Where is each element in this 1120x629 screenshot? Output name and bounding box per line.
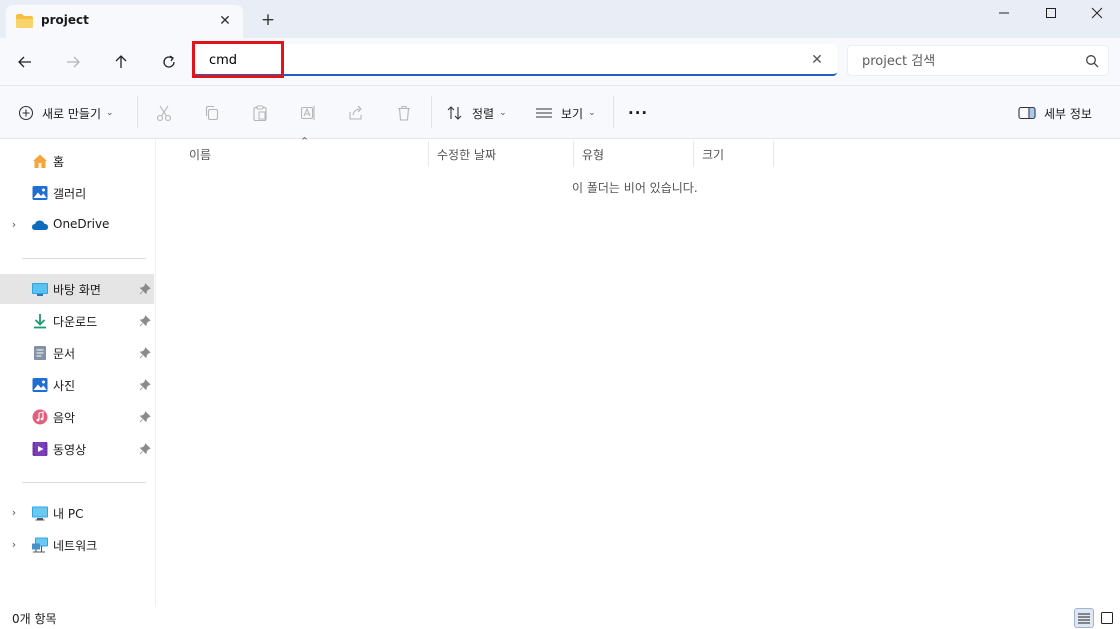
command-bar: 새로 만들기 ⌄ 정렬 ⌄ 보기 ⌄ ··· 세부 정보 — [0, 86, 1120, 139]
share-icon[interactable] — [346, 103, 366, 123]
back-arrow-icon[interactable] — [13, 50, 37, 74]
chevron-right-icon[interactable]: › — [8, 506, 20, 520]
forward-arrow-icon[interactable] — [61, 50, 85, 74]
sort-label: 정렬 — [472, 106, 495, 121]
chevron-down-icon: ⌄ — [106, 108, 114, 118]
sidebar-item-home[interactable]: 홈 — [0, 146, 154, 176]
view-label: 보기 — [561, 106, 584, 121]
sidebar-item-onedrive[interactable]: › OneDrive — [0, 210, 154, 240]
new-label: 새로 만들기 — [42, 106, 102, 121]
pin-icon[interactable] — [139, 379, 151, 391]
view-button[interactable]: 보기 ⌄ — [535, 100, 596, 126]
cut-icon[interactable] — [154, 103, 174, 123]
new-tab-icon[interactable]: + — [258, 10, 278, 30]
navigation-pane: 홈 갤러리 › OneDrive 바탕 화면 다운로드 문서 사진 음악 동영상… — [0, 140, 156, 607]
new-button[interactable]: 새로 만들기 ⌄ — [18, 100, 114, 126]
column-header-type[interactable]: 유형 — [574, 141, 694, 167]
up-arrow-icon[interactable] — [109, 50, 133, 74]
chevron-down-icon: ⌄ — [588, 108, 596, 118]
delete-icon[interactable] — [394, 103, 414, 123]
video-icon — [32, 442, 48, 456]
sidebar-item-pictures[interactable]: 사진 — [0, 370, 154, 400]
search-input[interactable] — [862, 52, 1072, 70]
pc-icon — [32, 506, 48, 521]
details-button[interactable]: 세부 정보 — [1018, 100, 1092, 126]
home-icon — [33, 154, 47, 168]
address-input[interactable] — [209, 51, 789, 69]
pictures-icon — [32, 378, 48, 392]
pin-icon[interactable] — [139, 347, 151, 359]
divider — [613, 96, 614, 128]
sidebar-item-videos[interactable]: 동영상 — [0, 434, 154, 464]
pin-icon[interactable] — [139, 315, 151, 327]
divider — [431, 96, 432, 128]
file-list: ⌃ 이름 수정한 날짜 유형 크기 이 폴더는 비어 있습니다. — [157, 135, 1120, 607]
column-header-size[interactable]: 크기 — [694, 141, 774, 167]
refresh-icon[interactable] — [157, 50, 181, 74]
chevron-right-icon[interactable]: › — [8, 218, 20, 232]
chevron-right-icon[interactable]: › — [8, 538, 20, 552]
pin-icon[interactable] — [139, 411, 151, 423]
minimize-icon[interactable] — [981, 0, 1027, 26]
sidebar-divider — [22, 258, 146, 259]
sidebar-divider — [22, 482, 146, 483]
pin-icon[interactable] — [139, 283, 151, 295]
column-header-name[interactable]: 이름 — [181, 141, 429, 167]
close-window-icon[interactable] — [1074, 0, 1120, 26]
document-icon — [34, 346, 46, 360]
details-view-icon — [1078, 613, 1090, 624]
sidebar-item-gallery[interactable]: 갤러리 — [0, 178, 154, 208]
address-toolbar: ✕ — [0, 38, 1120, 86]
rename-icon[interactable] — [298, 103, 318, 123]
column-header-date-modified[interactable]: 수정한 날짜 — [429, 141, 574, 167]
sort-button[interactable]: 정렬 ⌄ — [446, 100, 507, 126]
sidebar-item-desktop[interactable]: 바탕 화면 — [0, 274, 154, 304]
sidebar-item-network[interactable]: › 네트워크 — [0, 530, 154, 560]
more-options-button[interactable]: ··· — [628, 100, 648, 126]
add-circle-icon — [18, 105, 34, 121]
desktop-icon — [32, 283, 48, 296]
view-list-icon — [536, 108, 552, 118]
sidebar-item-documents[interactable]: 문서 — [0, 338, 154, 368]
details-pane-icon — [1018, 106, 1036, 120]
empty-folder-message: 이 폴더는 비어 있습니다. — [572, 181, 698, 195]
sidebar-item-music[interactable]: 음악 — [0, 402, 154, 432]
pin-icon[interactable] — [139, 443, 151, 455]
search-icon[interactable] — [1084, 53, 1100, 69]
sidebar-item-downloads[interactable]: 다운로드 — [0, 306, 154, 336]
music-icon — [32, 409, 48, 425]
details-view-button[interactable] — [1074, 608, 1094, 628]
paste-icon[interactable] — [250, 103, 270, 123]
large-icons-view-button[interactable] — [1097, 608, 1117, 628]
maximize-icon[interactable] — [1028, 0, 1074, 26]
item-count: 0개 항목 — [12, 612, 57, 626]
chevron-down-icon: ⌄ — [499, 108, 507, 118]
clear-address-icon[interactable]: ✕ — [807, 50, 827, 70]
download-icon — [34, 314, 46, 329]
gallery-icon — [32, 186, 48, 200]
search-box[interactable] — [847, 45, 1109, 76]
address-bar[interactable]: ✕ — [193, 44, 837, 76]
network-icon — [32, 537, 48, 553]
tab-close-icon[interactable]: ✕ — [216, 12, 234, 30]
tab-project[interactable]: project ✕ — [6, 5, 243, 38]
tab-title: project — [41, 13, 89, 27]
status-bar: 0개 항목 — [0, 607, 1120, 629]
sort-icon — [447, 106, 462, 120]
folder-icon — [16, 14, 33, 28]
sidebar-item-this-pc[interactable]: › 내 PC — [0, 498, 154, 528]
title-bar: project ✕ + — [0, 0, 1120, 38]
cloud-icon — [32, 220, 48, 230]
details-label: 세부 정보 — [1044, 106, 1092, 121]
tiles-view-icon — [1101, 612, 1113, 624]
copy-icon[interactable] — [202, 103, 222, 123]
divider — [137, 96, 138, 128]
